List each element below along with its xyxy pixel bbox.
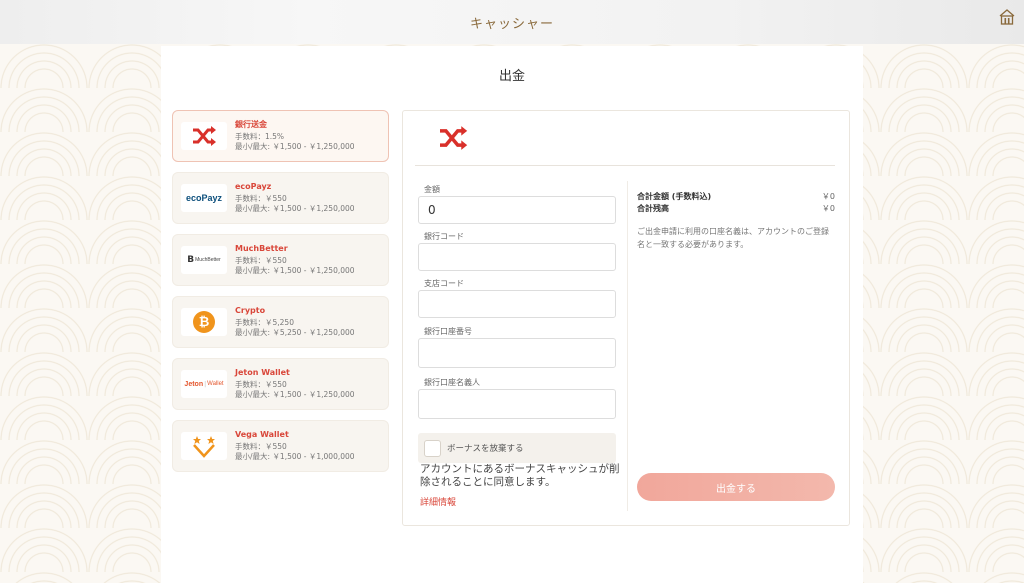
column-divider (627, 181, 628, 511)
total-balance-value: ￥0 (821, 204, 835, 213)
bonus-forfeit-note: アカウントにあるボーナスキャッシュが削除されることに同意します。 (420, 463, 620, 488)
account-name-label: 銀行口座名義人 (424, 378, 480, 387)
bonus-forfeit-label: ボーナスを放棄する (447, 444, 524, 454)
method-name: MuchBetter (235, 244, 288, 253)
method-range: 最小/最大: ￥1,500 - ￥1,250,000 (235, 390, 355, 399)
bank-code-input[interactable] (418, 243, 616, 271)
account-number-input[interactable] (418, 338, 616, 368)
method-range: 最小/最大: ￥1,500 - ￥1,250,000 (235, 204, 355, 213)
summary-panel: 合計金額 (手数料込) ￥0 合計残高 ￥0 ご出金申請に利用の口座名義は、アカ… (637, 191, 835, 251)
payment-method-list: 銀行送金 手数料：1.5% 最小/最大: ￥1,500 - ￥1,250,000… (172, 110, 389, 482)
method-fee: 手数料：￥5,250 (235, 318, 294, 327)
bitcoin-icon: ₿ (181, 308, 227, 336)
branch-code-label: 支店コード (424, 279, 464, 288)
method-name: 銀行送金 (235, 120, 267, 129)
method-name: Vega Wallet (235, 430, 289, 439)
account-name-input[interactable] (418, 389, 616, 419)
method-fee: 手数料：￥550 (235, 194, 287, 203)
total-balance-row: 合計残高 ￥0 (637, 203, 835, 215)
method-fee: 手数料：￥550 (235, 380, 287, 389)
withdrawal-form: 金額 銀行コード 支店コード 銀行口座番号 銀行口座名義人 ボーナスを放棄する … (402, 110, 850, 526)
method-vega-wallet[interactable]: Vega Wallet 手数料：￥550 最小/最大: ￥1,500 - ￥1,… (172, 420, 389, 472)
jeton-logo: Jeton | Wallet (181, 370, 227, 398)
bonus-forfeit-option: ボーナスを放棄する (418, 433, 616, 463)
method-crypto[interactable]: ₿ Crypto 手数料：￥5,250 最小/最大: ￥5,250 - ￥1,2… (172, 296, 389, 348)
divider (415, 165, 835, 166)
total-balance-label: 合計残高 (637, 204, 669, 213)
method-ecopayz[interactable]: ecoPayz ecoPayz 手数料：￥550 最小/最大: ￥1,500 -… (172, 172, 389, 224)
branch-code-input[interactable] (418, 290, 616, 318)
shuffle-icon (181, 122, 227, 150)
amount-label: 金額 (424, 185, 440, 194)
total-amount-label: 合計金額 (手数料込) (637, 192, 712, 201)
details-link[interactable]: 詳細情報 (420, 495, 456, 508)
method-fee: 手数料：￥550 (235, 442, 287, 451)
bank-code-label: 銀行コード (424, 232, 464, 241)
account-number-label: 銀行口座番号 (424, 327, 472, 336)
top-bar: キャッシャー (0, 0, 1024, 44)
withdrawal-panel: 出金 銀行送金 手数料：1.5% 最小/最大: ￥1,500 - ￥1,250,… (161, 46, 863, 583)
page-title: 出金 (498, 69, 525, 84)
account-name-notice: ご出金申請に利用の口座名義は、アカウントのご登録名と一致する必要があります。 (637, 227, 829, 249)
method-jeton-wallet[interactable]: Jeton | Wallet Jeton Wallet 手数料：￥550 最小/… (172, 358, 389, 410)
amount-input[interactable] (418, 196, 616, 224)
method-fee: 手数料：1.5% (235, 132, 285, 141)
total-amount-row: 合計金額 (手数料込) ￥0 (637, 191, 835, 203)
method-range: 最小/最大: ￥1,500 - ￥1,250,000 (235, 142, 355, 151)
shuffle-icon (440, 126, 468, 150)
vega-logo (181, 432, 227, 460)
method-range: 最小/最大: ￥5,250 - ￥1,250,000 (235, 328, 355, 337)
home-icon[interactable] (998, 8, 1016, 26)
method-range: 最小/最大: ￥1,500 - ￥1,000,000 (235, 452, 355, 461)
method-range: 最小/最大: ￥1,500 - ￥1,250,000 (235, 266, 355, 275)
withdraw-button[interactable]: 出金する (637, 473, 835, 501)
method-name: ecoPayz (235, 182, 272, 191)
total-amount-value: ￥0 (821, 192, 835, 201)
cashier-title: キャッシャー (469, 16, 554, 32)
bonus-forfeit-checkbox[interactable] (424, 439, 441, 457)
method-name: Jeton Wallet (235, 368, 290, 377)
ecopayz-logo: ecoPayz (181, 184, 227, 212)
method-name: Crypto (235, 306, 266, 315)
muchbetter-logo: B MuchBetter (181, 246, 227, 274)
method-bank-transfer[interactable]: 銀行送金 手数料：1.5% 最小/最大: ￥1,500 - ￥1,250,000 (172, 110, 389, 162)
method-muchbetter[interactable]: B MuchBetter MuchBetter 手数料：￥550 最小/最大: … (172, 234, 389, 286)
method-fee: 手数料：￥550 (235, 256, 287, 265)
